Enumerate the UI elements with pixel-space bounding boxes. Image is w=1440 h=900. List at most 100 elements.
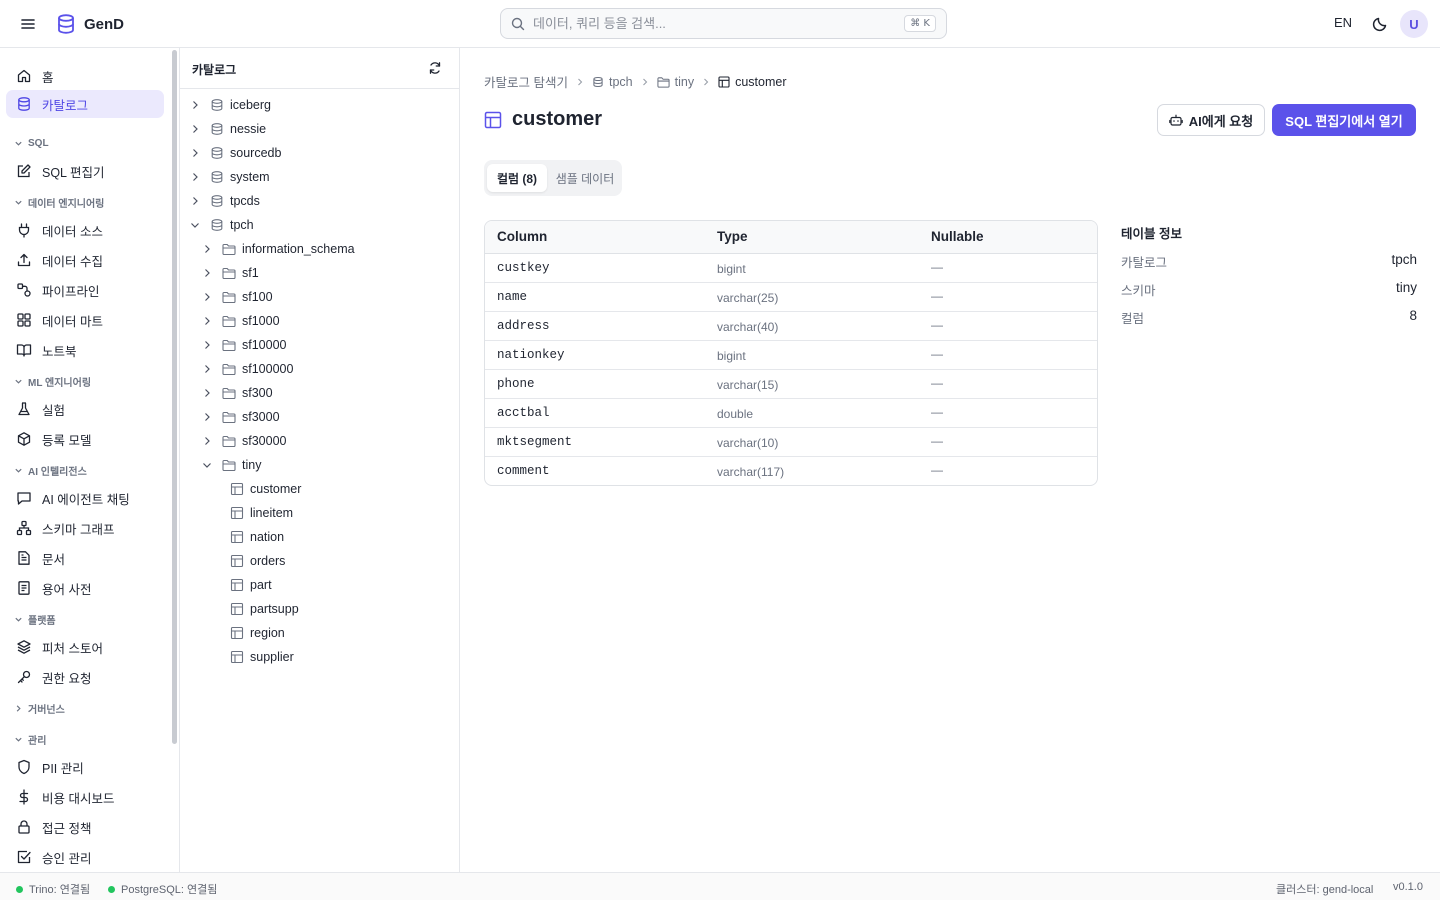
table-row[interactable]: address varchar(40) — (485, 312, 1097, 341)
sidebar-item-notebook[interactable]: 노트북 (6, 336, 164, 364)
sidebar-item-label: 피처 스토어 (42, 641, 103, 656)
language-toggle[interactable]: EN (1334, 15, 1352, 30)
sidebar-item-sql-editor[interactable]: SQL 편집기 (6, 157, 164, 185)
sidebar-item-catalog[interactable]: 카탈로그 (6, 90, 164, 118)
sidebar-item-data-source[interactable]: 데이터 소스 (6, 216, 164, 244)
sidebar-item-feature-store[interactable]: 피처 스토어 (6, 633, 164, 661)
breadcrumb-schema[interactable]: tiny (657, 75, 694, 89)
tree-catalog-tpch[interactable]: tpch (190, 214, 254, 236)
tree-table-supplier[interactable]: supplier (230, 646, 294, 668)
ask-ai-button[interactable]: AI에게 요청 (1157, 104, 1265, 136)
tree-schema-sf1000[interactable]: sf1000 (202, 310, 280, 332)
tree-table-region[interactable]: region (230, 622, 285, 644)
sidebar-item-pii[interactable]: PII 관리 (6, 753, 164, 781)
sidebar-item-registered-models[interactable]: 등록 모델 (6, 425, 164, 453)
status-version: v0.1.0 (1393, 881, 1423, 893)
sidebar-item-label: 파이프라인 (42, 284, 100, 299)
nav-section-platform[interactable]: 플랫폼 (14, 612, 56, 627)
status-dot (108, 885, 115, 893)
table-row[interactable]: nationkey bigint — (485, 341, 1097, 370)
nav-section-ml-engineering[interactable]: ML 엔지니어링 (14, 374, 91, 389)
info-value: tiny (1395, 280, 1417, 295)
key-icon (17, 670, 31, 684)
nav-section-governance[interactable]: 거버넌스 (14, 701, 65, 716)
global-search[interactable]: ⌘ K (500, 8, 947, 39)
tree-schema-sf1[interactable]: sf1 (202, 262, 259, 284)
moon-icon[interactable] (1371, 15, 1389, 33)
flask-icon (18, 402, 30, 416)
tree-table-orders[interactable]: orders (230, 550, 285, 572)
nav-section-ai-intelligence[interactable]: AI 인텔리전스 (14, 463, 87, 478)
info-value: tpch (1391, 252, 1417, 267)
tree-schema-tiny[interactable]: tiny (202, 454, 261, 476)
sidebar-item-ai-agent-chat[interactable]: AI 에이전트 채팅 (6, 484, 164, 512)
menu-icon[interactable] (18, 14, 38, 34)
tree-table-part[interactable]: part (230, 574, 272, 596)
tree-schema-sf100000[interactable]: sf100000 (202, 358, 293, 380)
sidebar-item-approval[interactable]: 승인 관리 (6, 843, 164, 871)
tree-schema-sf30000[interactable]: sf30000 (202, 430, 286, 452)
table-row[interactable]: comment varchar(117) — (485, 457, 1097, 485)
tab-sample-data[interactable]: 샘플 데이터 (550, 164, 620, 192)
sidebar-item-cost-dashboard[interactable]: 비용 대시보드 (6, 783, 164, 811)
tree-table-lineitem[interactable]: lineitem (230, 502, 293, 524)
status-postgres: PostgreSQL: 연결됨 (108, 881, 217, 897)
sidebar-item-glossary[interactable]: 용어 사전 (6, 574, 164, 602)
tree-schema-sf300[interactable]: sf300 (202, 382, 273, 404)
tree-node-label: tpcds (230, 194, 260, 208)
tree-node-label: orders (250, 554, 286, 568)
tree-table-nation[interactable]: nation (230, 526, 284, 548)
tree-schema-sf3000[interactable]: sf3000 (202, 406, 280, 428)
sidebar-item-label: AI 에이전트 채팅 (42, 492, 130, 507)
sidebar-scrollbar[interactable] (172, 50, 177, 744)
user-avatar[interactable]: U (1400, 10, 1428, 38)
breadcrumb-catalog[interactable]: tpch (592, 75, 633, 89)
tree-table-customer[interactable]: customer (230, 478, 301, 500)
search-input[interactable] (533, 16, 905, 31)
sidebar-item-data-mart[interactable]: 데이터 마트 (6, 306, 164, 334)
table-row[interactable]: name varchar(25) — (485, 283, 1097, 312)
tree-catalog-sourcedb[interactable]: sourcedb (190, 142, 281, 164)
sidebar-item-data-ingest[interactable]: 데이터 수집 (6, 246, 164, 274)
sidebar-item-home[interactable]: 홈 (6, 62, 164, 90)
folder-icon (222, 243, 236, 256)
chevron-right-icon (193, 173, 198, 181)
chevron-right-icon (205, 389, 210, 397)
sidebar-item-documents[interactable]: 문서 (6, 544, 164, 572)
nav-section-label: 플랫폼 (28, 615, 56, 627)
tree-catalog-iceberg[interactable]: iceberg (190, 94, 271, 116)
breadcrumb-root[interactable]: 카탈로그 탐색기 (484, 72, 568, 91)
nav-section-data-engineering[interactable]: 데이터 엔지니어링 (14, 195, 104, 210)
table-row[interactable]: phone varchar(15) — (485, 370, 1097, 399)
tree-node-label: sf3000 (242, 410, 280, 424)
tab-columns[interactable]: 컬럼 (8) (487, 164, 547, 192)
sidebar-item-schema-graph[interactable]: 스키마 그래프 (6, 514, 164, 542)
app-logo[interactable]: GenD (56, 13, 124, 35)
table-row[interactable]: mktsegment varchar(10) — (485, 428, 1097, 457)
status-dot (16, 885, 23, 893)
tree-node-label: supplier (250, 650, 294, 664)
open-in-sql-editor-button[interactable]: SQL 편집기에서 열기 (1272, 104, 1416, 136)
tree-schema-information-schema[interactable]: information_schema (202, 238, 355, 260)
sidebar-item-access-request[interactable]: 권한 요청 (6, 663, 164, 691)
sidebar-item-access-policy[interactable]: 접근 정책 (6, 813, 164, 841)
chevron-right-icon (193, 125, 198, 133)
nav-section-sql[interactable]: SQL (14, 136, 49, 150)
tree-table-partsupp[interactable]: partsupp (230, 598, 299, 620)
sidebar-item-experiments[interactable]: 실험 (6, 395, 164, 423)
refresh-icon[interactable] (428, 61, 442, 75)
layers-icon (17, 640, 31, 654)
tree-catalog-system[interactable]: system (190, 166, 270, 188)
table-row[interactable]: custkey bigint — (485, 254, 1097, 283)
tree-schema-sf100[interactable]: sf100 (202, 286, 273, 308)
tree-schema-sf10000[interactable]: sf10000 (202, 334, 286, 356)
tree-catalog-nessie[interactable]: nessie (190, 118, 266, 140)
nav-section-admin[interactable]: 관리 (14, 732, 46, 747)
detail-tabs: 컬럼 (8) 샘플 데이터 (484, 160, 622, 196)
tree-catalog-tpcds[interactable]: tpcds (190, 190, 260, 212)
chevron-down-icon (15, 617, 22, 622)
cell-column-name: acctbal (497, 406, 550, 420)
info-label: 스키마 (1121, 284, 1156, 298)
sidebar-item-pipeline[interactable]: 파이프라인 (6, 276, 164, 304)
table-row[interactable]: acctbal double — (485, 399, 1097, 428)
